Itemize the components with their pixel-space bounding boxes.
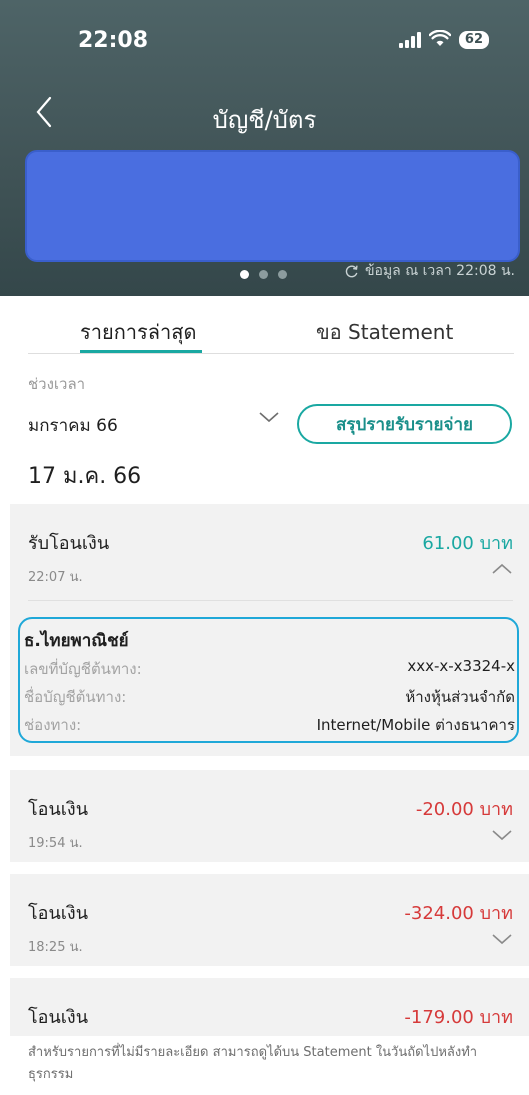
carousel-dot[interactable] xyxy=(278,270,287,279)
chevron-down-icon xyxy=(259,412,279,423)
detail-row-account-name: ชื่อบัญชีต้นทาง: ห้างหุ้นส่วนจำกัด xyxy=(24,685,515,707)
transaction-title: โอนเงิน xyxy=(28,799,89,820)
tab-request-statement[interactable]: ขอ Statement xyxy=(316,316,453,348)
transaction-amount: 61.00 บาท xyxy=(422,533,513,554)
footer-note: สำหรับรายการที่ไม่มีรายละเอียด สามารถดูไ… xyxy=(0,1036,529,1095)
last-updated: ข้อมูล ณ เวลา 22:08 น. xyxy=(344,260,515,282)
tab-recent-transactions[interactable]: รายการล่าสุด xyxy=(80,316,196,348)
refresh-icon[interactable] xyxy=(344,264,359,279)
carousel-dot-active[interactable] xyxy=(240,270,249,279)
page-title: บัญชี/บัตร xyxy=(212,106,317,134)
transaction-detail: ธ.ไทยพาณิชย์ เลขที่บัญชีต้นทาง: xxx-x-x3… xyxy=(18,617,519,743)
status-time: 22:08 xyxy=(78,28,149,53)
period-label: ช่วงเวลา xyxy=(28,375,86,393)
transaction-title: รับโอนเงิน xyxy=(28,533,110,554)
divider xyxy=(28,600,513,601)
tab-active-indicator xyxy=(80,350,202,353)
transaction-amount: -179.00 บาท xyxy=(404,1007,513,1028)
carousel-dots xyxy=(240,270,287,279)
transaction-amount: -324.00 บาท xyxy=(404,903,513,924)
date-heading: 17 ม.ค. 66 xyxy=(28,464,142,489)
transaction-time: 18:25 น. xyxy=(28,940,83,955)
status-icons: 62 xyxy=(398,29,489,50)
month-dropdown-value: มกราคม 66 xyxy=(28,416,118,436)
battery-icon: 62 xyxy=(458,31,489,49)
income-expense-summary-button[interactable]: สรุปรายรับรายจ่าย xyxy=(297,404,512,444)
detail-value: ห้างหุ้นส่วนจำกัด xyxy=(405,688,515,706)
last-updated-text: ข้อมูล ณ เวลา 22:08 น. xyxy=(364,263,515,279)
detail-value: xxx-x-x3324-x xyxy=(407,657,515,675)
chevron-down-icon[interactable] xyxy=(491,828,513,842)
transaction-title: โอนเงิน xyxy=(28,903,89,924)
detail-label: ช่องทาง: xyxy=(24,716,82,734)
carousel-dot[interactable] xyxy=(259,270,268,279)
chevron-down-icon[interactable] xyxy=(491,932,513,946)
chevron-up-icon[interactable] xyxy=(491,562,513,576)
detail-row-channel: ช่องทาง: Internet/Mobile ต่างธนาคาร xyxy=(24,713,515,735)
detail-label: ชื่อบัญชีต้นทาง: xyxy=(24,688,127,706)
account-card[interactable] xyxy=(25,150,520,262)
header: 22:08 62 บัญชี/บัตร ข้อมูล ณ เวลา 22:08 … xyxy=(0,0,529,296)
transaction-item[interactable]: โอนเงิน -324.00 บาท 18:25 น. xyxy=(10,874,529,966)
wifi-icon xyxy=(428,29,452,50)
tab-divider xyxy=(28,353,514,354)
detail-value: Internet/Mobile ต่างธนาคาร xyxy=(316,716,515,734)
month-dropdown[interactable]: มกราคม 66 xyxy=(28,408,280,442)
transaction-item[interactable]: โอนเงิน -20.00 บาท 19:54 น. xyxy=(10,770,529,862)
transaction-title: โอนเงิน xyxy=(28,1007,89,1028)
tab-bar: รายการล่าสุด ขอ Statement xyxy=(0,316,529,354)
detail-row-account-number: เลขที่บัญชีต้นทาง: xxx-x-x3324-x xyxy=(24,657,515,679)
transaction-time: 22:07 น. xyxy=(28,570,83,585)
signal-icon xyxy=(398,32,421,48)
transaction-amount: -20.00 บาท xyxy=(415,799,513,820)
bank-name: ธ.ไทยพาณิชย์ xyxy=(24,631,129,651)
detail-label: เลขที่บัญชีต้นทาง: xyxy=(24,660,142,678)
transaction-time: 19:54 น. xyxy=(28,836,83,851)
